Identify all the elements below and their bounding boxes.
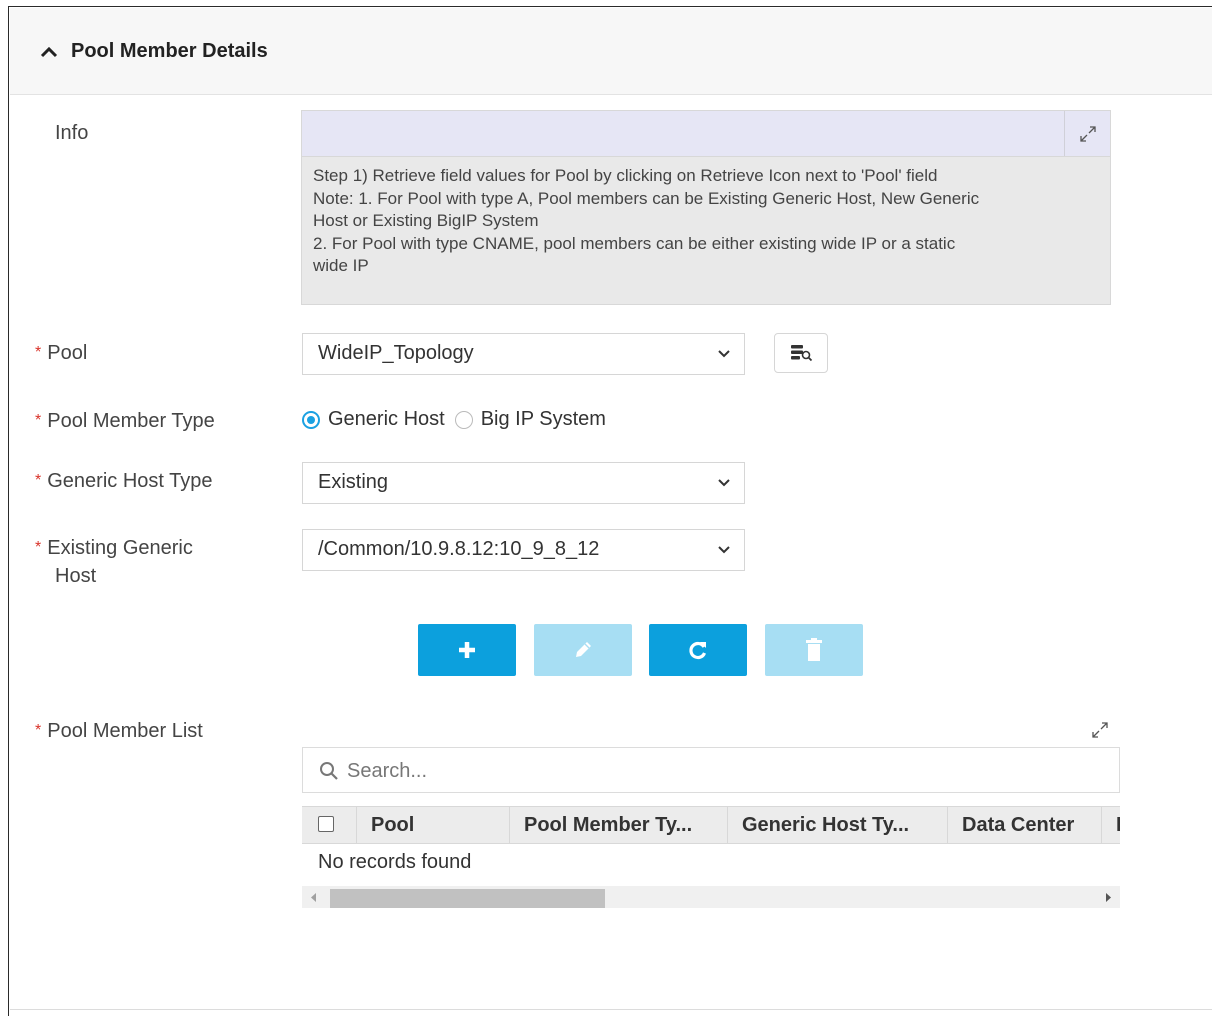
existing-generic-host-select[interactable]: /Common/10.9.8.12:10_9_8_12 (302, 529, 745, 571)
info-line: 2. For Pool with type CNAME, pool member… (313, 233, 956, 253)
info-line: wide IP (313, 256, 369, 275)
pool-label: * Pool (35, 342, 88, 364)
info-toolbar (302, 111, 1110, 157)
pool-member-list-label: * Pool Member List (35, 720, 203, 742)
scroll-left-icon[interactable] (311, 893, 317, 902)
info-line: Step 1) Retrieve field values for Pool b… (313, 166, 938, 185)
chevron-down-icon (718, 479, 730, 487)
chevron-down-icon (718, 546, 730, 554)
required-marker: * (35, 344, 42, 361)
required-marker: * (35, 472, 42, 489)
search-icon (320, 762, 338, 780)
pool-select[interactable]: WideIP_Topology (302, 333, 745, 375)
add-button[interactable] (418, 624, 516, 676)
panel-header[interactable]: Pool Member Details (10, 8, 1212, 95)
pool-member-table: Pool Pool Member Ty... Generic Host Ty..… (302, 806, 1120, 908)
edit-button[interactable] (534, 624, 632, 676)
required-marker: * (35, 539, 42, 556)
info-box: Step 1) Retrieve field values for Pool b… (301, 110, 1111, 305)
column-header-pool-member-type[interactable]: Pool Member Ty... (510, 807, 728, 844)
generic-host-radio[interactable] (302, 410, 320, 429)
divider (10, 1009, 1212, 1010)
horizontal-scrollbar[interactable] (302, 886, 1120, 908)
expand-icon[interactable] (1078, 124, 1098, 144)
column-header-partial[interactable]: I (1102, 807, 1120, 844)
search-input[interactable] (345, 756, 1049, 786)
select-all-column (302, 807, 357, 844)
column-header-pool[interactable]: Pool (357, 807, 510, 844)
generic-host-type-label: * Generic Host Type (35, 470, 213, 492)
chevron-down-icon (718, 350, 730, 358)
column-header-data-center[interactable]: Data Center (948, 807, 1102, 844)
plus-icon (459, 642, 475, 658)
info-line: Note: 1. For Pool with type A, Pool memb… (313, 188, 980, 208)
big-ip-system-radio[interactable] (454, 410, 473, 429)
required-marker: * (35, 412, 42, 429)
select-all-checkbox[interactable] (318, 816, 334, 832)
chevron-up-icon[interactable] (40, 46, 58, 58)
pencil-icon (576, 642, 591, 657)
refresh-icon (689, 641, 706, 660)
existing-generic-host-value: /Common/10.9.8.12:10_9_8_12 (318, 538, 600, 560)
pool-member-type-label: * Pool Member Type (35, 410, 215, 432)
delete-button[interactable] (765, 624, 863, 676)
existing-generic-host-label-line2: Host (55, 565, 97, 587)
scrollbar-thumb[interactable] (330, 889, 605, 908)
big-ip-system-radio-label[interactable]: Big IP System (481, 408, 606, 431)
trash-icon (806, 638, 822, 661)
retrieve-icon (791, 345, 813, 362)
required-marker: * (35, 722, 42, 739)
column-header-generic-host-type[interactable]: Generic Host Ty... (728, 807, 948, 844)
pool-member-type-radio-group: Generic Host Big IP System (302, 408, 616, 431)
panel-title: Pool Member Details (71, 40, 268, 62)
info-line: Host or Existing BigIP System (313, 211, 539, 230)
retrieve-button[interactable] (774, 333, 828, 373)
table-header: Pool Pool Member Ty... Generic Host Ty..… (302, 806, 1120, 844)
info-text: Step 1) Retrieve field values for Pool b… (302, 157, 1110, 278)
generic-host-radio-label[interactable]: Generic Host (328, 408, 445, 431)
generic-host-type-select[interactable]: Existing (302, 462, 745, 504)
search-box[interactable] (302, 747, 1120, 793)
empty-message: No records found (318, 851, 472, 873)
scroll-right-icon[interactable] (1105, 893, 1111, 902)
refresh-button[interactable] (649, 624, 747, 676)
pool-select-value: WideIP_Topology (318, 342, 474, 364)
existing-generic-host-label: * Existing Generic (35, 537, 193, 559)
pool-member-details-panel: Pool Member Details Info Step 1) Retriev… (8, 6, 1212, 1016)
info-label: Info (55, 122, 89, 144)
expand-icon[interactable] (1090, 720, 1110, 740)
generic-host-type-value: Existing (318, 471, 389, 493)
